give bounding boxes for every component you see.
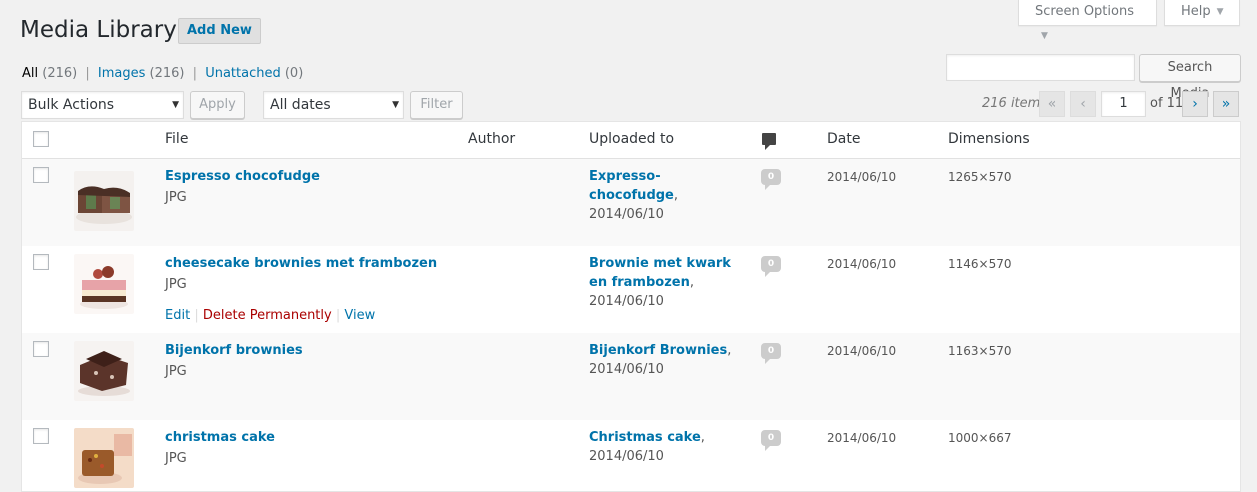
row-checkbox[interactable] bbox=[33, 428, 49, 444]
bulk-actions-value: Bulk Actions bbox=[28, 97, 115, 113]
view-images-count: (216) bbox=[149, 66, 185, 81]
edit-link[interactable]: Edit bbox=[165, 308, 190, 323]
uploaded-to-date: 2014/06/10 bbox=[589, 207, 664, 222]
view-unattached-link[interactable]: Unattached (0) bbox=[205, 66, 303, 81]
table-row: Bijenkorf brownies JPG Bijenkorf Brownie… bbox=[22, 333, 1240, 420]
uploaded-to-cell: Expresso-chocofudge, 2014/06/10 bbox=[589, 169, 679, 222]
file-title-link[interactable]: cheesecake brownies met frambozen bbox=[165, 256, 437, 271]
view-all-link[interactable]: All (216) bbox=[22, 66, 77, 81]
column-dimensions-header: Dimensions bbox=[948, 131, 1030, 147]
file-type: JPG bbox=[165, 190, 187, 205]
date-cell: 2014/06/10 bbox=[827, 257, 897, 271]
file-type: JPG bbox=[165, 364, 187, 379]
column-uploaded-to-header[interactable]: Uploaded to bbox=[589, 131, 674, 147]
search-media-button[interactable]: Search Media bbox=[1139, 54, 1241, 101]
apply-button[interactable]: Apply bbox=[190, 91, 245, 119]
uploaded-to-link[interactable]: Brownie met kwark en frambozen bbox=[589, 256, 731, 290]
column-author-header: Author bbox=[468, 131, 516, 147]
file-title-link[interactable]: Espresso chocofudge bbox=[165, 169, 320, 184]
file-type: JPG bbox=[165, 277, 187, 292]
view-images-link[interactable]: Images (216) bbox=[98, 66, 185, 81]
total-pages-text: of 11 bbox=[1150, 96, 1184, 111]
uploaded-to-cell: Brownie met kwark en frambozen, 2014/06/… bbox=[589, 256, 731, 309]
table-row: christmas cake JPG Christmas cake, 2014/… bbox=[22, 420, 1240, 491]
separator: | bbox=[335, 308, 341, 323]
uploaded-to-link[interactable]: Expresso-chocofudge bbox=[589, 169, 674, 203]
row-checkbox[interactable] bbox=[33, 254, 49, 270]
separator: | bbox=[85, 66, 90, 81]
first-page-button[interactable]: « bbox=[1039, 91, 1065, 117]
help-label: Help bbox=[1181, 4, 1211, 19]
date-cell: 2014/06/10 bbox=[827, 431, 897, 445]
last-page-button[interactable]: » bbox=[1213, 91, 1239, 117]
separator: | bbox=[192, 66, 198, 81]
media-views-filter: All (216) | Images (216) | Unattached (0… bbox=[22, 66, 303, 81]
column-date-header[interactable]: Date bbox=[827, 131, 860, 147]
dates-filter-value: All dates bbox=[270, 97, 331, 113]
add-new-button[interactable]: Add New bbox=[178, 18, 261, 44]
current-page-input[interactable]: 1 bbox=[1101, 91, 1146, 117]
view-all-label: All bbox=[22, 66, 39, 81]
search-media-input[interactable] bbox=[946, 54, 1135, 81]
file-type: JPG bbox=[165, 451, 187, 466]
table-header: File Author Uploaded to Date Dimensions bbox=[22, 122, 1240, 159]
comment-icon[interactable] bbox=[762, 133, 776, 150]
page-title: Media Library bbox=[20, 17, 177, 43]
thumbnail-image[interactable] bbox=[74, 341, 134, 401]
file-title-link[interactable]: Bijenkorf brownies bbox=[165, 343, 303, 358]
filter-button[interactable]: Filter bbox=[410, 91, 463, 119]
uploaded-to-cell: Christmas cake, 2014/06/10 bbox=[589, 430, 705, 464]
items-count: 216 items bbox=[982, 96, 1048, 111]
comment-count-bubble[interactable]: 0 bbox=[761, 169, 781, 190]
caret-down-icon: ▼ bbox=[1041, 31, 1048, 41]
uploaded-to-cell: Bijenkorf Brownies, 2014/06/10 bbox=[589, 343, 732, 377]
thumbnail-image[interactable] bbox=[74, 171, 134, 231]
bulk-actions-select[interactable]: Bulk Actions ▼ bbox=[21, 91, 184, 119]
caret-down-icon: ▼ bbox=[172, 100, 179, 110]
prev-page-button[interactable]: ‹ bbox=[1070, 91, 1096, 117]
comment-count-bubble[interactable]: 0 bbox=[761, 430, 781, 451]
delete-permanently-link[interactable]: Delete Permanently bbox=[203, 308, 332, 323]
caret-down-icon: ▼ bbox=[1216, 7, 1224, 17]
view-unattached-count: (0) bbox=[284, 66, 304, 81]
separator: | bbox=[194, 308, 199, 323]
date-cell: 2014/06/10 bbox=[827, 344, 897, 358]
uploaded-to-link[interactable]: Bijenkorf Brownies bbox=[589, 343, 727, 358]
screen-options-tab[interactable]: Screen Options ▼ bbox=[1018, 0, 1157, 41]
select-all-checkbox[interactable] bbox=[33, 131, 49, 147]
dimensions-cell: 1000×667 bbox=[948, 431, 1012, 445]
caret-down-icon: ▼ bbox=[392, 100, 399, 110]
next-page-button[interactable]: › bbox=[1182, 91, 1208, 117]
table-row: Espresso chocofudge JPG Expresso-chocofu… bbox=[22, 159, 1240, 246]
column-file-header[interactable]: File bbox=[165, 131, 188, 147]
file-title-link[interactable]: christmas cake bbox=[165, 430, 275, 445]
dates-filter-select[interactable]: All dates ▼ bbox=[263, 91, 404, 119]
comment-count-bubble[interactable]: 0 bbox=[761, 343, 781, 364]
media-table: File Author Uploaded to Date Dimensions … bbox=[21, 121, 1241, 492]
thumbnail-image[interactable] bbox=[74, 428, 134, 488]
view-images-label: Images bbox=[97, 66, 146, 81]
row-checkbox[interactable] bbox=[33, 167, 49, 183]
uploaded-to-link[interactable]: Christmas cake bbox=[589, 430, 701, 445]
help-tab[interactable]: Help ▼ bbox=[1164, 0, 1240, 26]
dimensions-cell: 1265×570 bbox=[948, 170, 1012, 184]
uploaded-to-date: 2014/06/10 bbox=[589, 449, 664, 464]
view-unattached-label: Unattached bbox=[205, 66, 281, 81]
uploaded-to-date: 2014/06/10 bbox=[589, 362, 664, 377]
view-link[interactable]: View bbox=[344, 308, 375, 323]
comment-count-bubble[interactable]: 0 bbox=[761, 256, 781, 277]
uploaded-to-date: 2014/06/10 bbox=[589, 294, 664, 309]
row-actions: Edit | Delete Permanently | View bbox=[165, 308, 375, 323]
date-cell: 2014/06/10 bbox=[827, 170, 897, 184]
row-checkbox[interactable] bbox=[33, 341, 49, 357]
screen-options-label: Screen Options bbox=[1035, 4, 1134, 19]
view-all-count: (216) bbox=[42, 66, 78, 81]
table-row: cheesecake brownies met frambozen JPG Ed… bbox=[22, 246, 1240, 333]
thumbnail-image[interactable] bbox=[74, 254, 134, 314]
dimensions-cell: 1163×570 bbox=[948, 344, 1012, 358]
dimensions-cell: 1146×570 bbox=[948, 257, 1012, 271]
